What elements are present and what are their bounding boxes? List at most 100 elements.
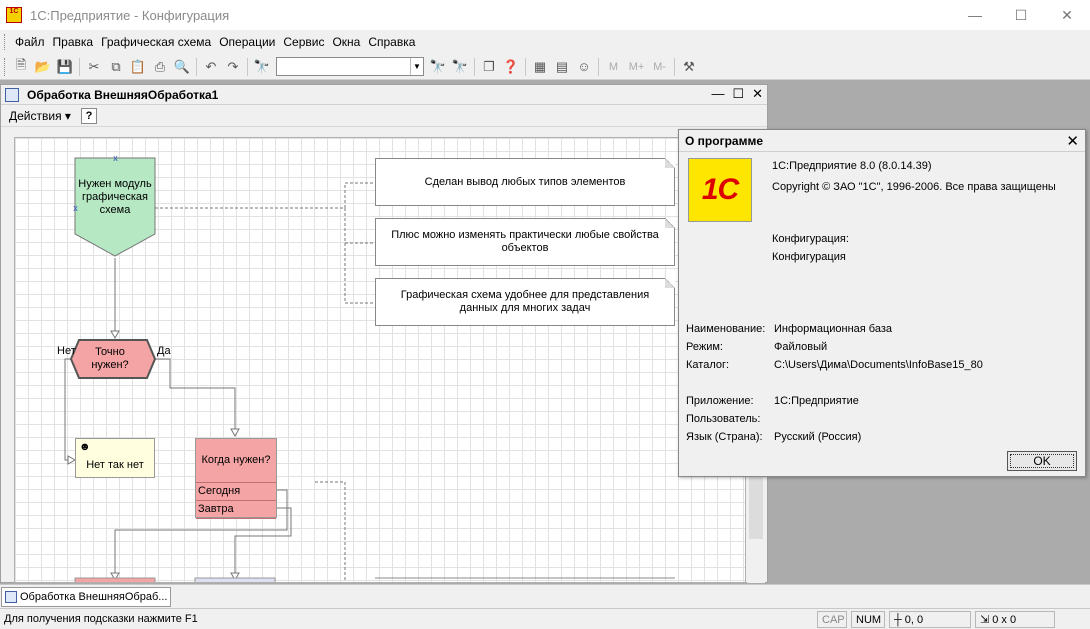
calculator-icon[interactable]: ▦	[529, 56, 551, 78]
1c-logo: 1C	[688, 158, 752, 222]
about-mode-value: Файловый	[774, 341, 828, 353]
size-icon: ⇲	[980, 614, 990, 626]
paste-icon[interactable]: 📋	[127, 56, 149, 78]
user-icon[interactable]: ☺	[573, 56, 595, 78]
condition-node-label: Точно нужен?	[91, 346, 129, 371]
menu-windows[interactable]: Окна	[328, 35, 364, 49]
about-catalog-value: C:\Users\Дима\Documents\InfoBase15_80	[774, 359, 983, 371]
about-dialog: О программе ✕ 1C 1С:Предприятие 8.0 (8.0…	[678, 129, 1086, 477]
redo-icon[interactable]: ↷	[222, 56, 244, 78]
preview-icon[interactable]: 🔍	[171, 56, 193, 78]
new-file-icon[interactable]: 🗎	[10, 56, 32, 78]
note-2-text: Плюс можно изменять практически любые св…	[391, 229, 659, 254]
when-row-tomorrow[interactable]: Завтра	[196, 501, 276, 519]
about-lang-label: Язык (Страна):	[686, 431, 763, 443]
about-user-label: Пользователь:	[686, 413, 761, 425]
status-cap: CAP	[817, 611, 847, 628]
net-node-label: Нет так нет	[86, 458, 144, 471]
menu-grip	[4, 34, 7, 50]
when-row-today[interactable]: Сегодня	[196, 483, 276, 501]
position-icon: ┼	[894, 613, 902, 626]
menu-operations[interactable]: Операции	[215, 35, 279, 49]
windows-icon[interactable]: ❐	[478, 56, 500, 78]
person-icon: ☻	[79, 441, 91, 453]
when-node-label: Когда нужен?	[201, 454, 271, 466]
save-icon[interactable]: 💾	[54, 56, 76, 78]
status-position-value: 0, 0	[904, 613, 924, 626]
doc-minimize-button[interactable]: —	[711, 86, 724, 102]
menu-graphic-schema[interactable]: Графическая схема	[97, 35, 215, 49]
cut-icon[interactable]: ✂	[83, 56, 105, 78]
menu-edit[interactable]: Правка	[49, 35, 98, 49]
about-config-label: Конфигурация:	[772, 233, 849, 245]
status-size-value: 0 x 0	[992, 613, 1017, 626]
tools-icon[interactable]: ⚒	[678, 56, 700, 78]
undo-icon[interactable]: ↶	[200, 56, 222, 78]
menu-bar: Файл Правка Графическая схема Операции С…	[0, 30, 1090, 54]
toolbar-grip	[4, 57, 7, 76]
note-1-text: Сделан вывод любых типов элементов	[424, 175, 626, 188]
window-tabs-bar: Обработка ВнешняяОбраб...	[0, 584, 1090, 608]
chevron-down-icon[interactable]: ▼	[410, 58, 423, 75]
window-title: 1С:Предприятие - Конфигурация	[30, 7, 230, 23]
schema-canvas[interactable]: Нужен модуль графическая схема x x Точно…	[14, 137, 746, 583]
menu-service[interactable]: Сервис	[279, 35, 328, 49]
condition-node[interactable]: Точно нужен?	[65, 340, 155, 378]
about-lang-value: Русский (Россия)	[774, 431, 862, 443]
about-close-button[interactable]: ✕	[1066, 132, 1079, 150]
note-2[interactable]: Плюс можно изменять практически любые св…	[375, 218, 675, 266]
when-node[interactable]: Когда нужен? Сегодня Завтра	[195, 438, 277, 519]
print-icon[interactable]: ⎙	[149, 56, 171, 78]
document-title-bar: Обработка ВнешняяОбработка1 — ☐ ✕	[1, 85, 767, 105]
actions-label: Действия	[9, 108, 62, 123]
about-name-label: Наименование:	[686, 323, 766, 335]
label-yes: Да	[157, 345, 171, 357]
status-position: ┼ 0, 0	[889, 611, 971, 628]
about-copyright: Copyright © ЗАО "1С", 1996-2006. Все пра…	[772, 181, 1056, 193]
note-3[interactable]: Графическая схема удобнее для представле…	[375, 278, 675, 326]
status-num: NUM	[851, 611, 885, 628]
document-title: Обработка ВнешняяОбработка1	[27, 87, 219, 102]
document-toolbar: Действия ▾ ?	[1, 105, 767, 127]
about-mode-label: Режим:	[686, 341, 723, 353]
doc-maximize-button[interactable]: ☐	[732, 86, 744, 102]
memory-button[interactable]: M	[602, 56, 625, 78]
open-file-icon[interactable]: 📂	[32, 56, 54, 78]
start-node[interactable]: Нужен модуль графическая схема	[75, 158, 155, 258]
about-catalog-label: Каталог:	[686, 359, 730, 371]
copy-icon[interactable]: ⧉	[105, 56, 127, 78]
document-window: Обработка ВнешняяОбработка1 — ☐ ✕ Действ…	[0, 84, 768, 583]
about-app-label: Приложение:	[686, 395, 754, 407]
search-input[interactable]: ▼	[276, 57, 424, 76]
close-button[interactable]: ✕	[1044, 0, 1090, 30]
memory-minus-button[interactable]: M-	[648, 56, 671, 78]
window-tab[interactable]: Обработка ВнешняяОбраб...	[1, 587, 171, 607]
memory-plus-button[interactable]: M+	[625, 56, 648, 78]
title-bar: 1C 1С:Предприятие - Конфигурация — ☐ ✕	[0, 0, 1090, 30]
window-tab-label: Обработка ВнешняяОбраб...	[20, 591, 168, 603]
actions-menu[interactable]: Действия ▾	[9, 109, 71, 123]
about-title: О программе	[679, 130, 1085, 152]
app-icon: 1C	[6, 7, 22, 23]
calendar-icon[interactable]: ▤	[551, 56, 573, 78]
find-next-icon[interactable]: 🔭	[427, 56, 449, 78]
find-prev-icon[interactable]: 🔭	[449, 56, 471, 78]
note-1[interactable]: Сделан вывод любых типов элементов	[375, 158, 675, 206]
ok-button[interactable]: OK	[1007, 451, 1077, 471]
find-icon[interactable]: 🔭	[251, 56, 273, 78]
net-node[interactable]: ☻ Нет так нет	[75, 438, 155, 478]
help-button[interactable]: ?	[80, 107, 97, 124]
status-bar: Для получения подсказки нажмите F1 CAP N…	[0, 608, 1090, 629]
about-name-value: Информационная база	[774, 323, 892, 335]
about-version: 1С:Предприятие 8.0 (8.0.14.39)	[772, 160, 932, 172]
menu-file[interactable]: Файл	[11, 35, 49, 49]
menu-help[interactable]: Справка	[364, 35, 419, 49]
help-1c-icon[interactable]: ❓	[500, 56, 522, 78]
document-icon	[5, 87, 19, 102]
document-tab-icon	[5, 591, 17, 603]
label-no: Нет	[57, 345, 76, 357]
about-config-value: Конфигурация	[772, 251, 846, 263]
doc-close-button[interactable]: ✕	[752, 86, 763, 102]
minimize-button[interactable]: —	[952, 0, 998, 30]
maximize-button[interactable]: ☐	[998, 0, 1044, 30]
